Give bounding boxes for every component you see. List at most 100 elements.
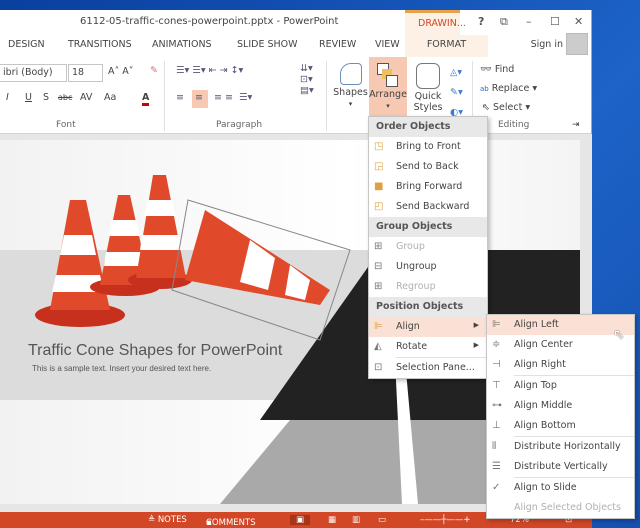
tab-design[interactable]: DESIGN — [8, 39, 45, 50]
send-backward-icon: ◰ — [374, 201, 384, 212]
mouse-cursor-icon: ⇖ — [613, 327, 625, 343]
align-item[interactable]: ⊫ Align ▶ — [369, 317, 487, 337]
strikethrough-button[interactable]: abc — [58, 93, 72, 102]
pin-ribbon-icon[interactable]: ⇥ — [572, 120, 580, 130]
slide-title[interactable]: Traffic Cone Shapes for PowerPoint — [28, 342, 282, 360]
shadow-button[interactable]: S — [43, 92, 49, 103]
tab-transitions[interactable]: TRANSITIONS — [68, 39, 132, 50]
distribute-horizontally-item[interactable]: ⫴ Distribute Horizontally — [487, 437, 634, 457]
minimize-button[interactable]: – — [526, 15, 532, 28]
font-name-dropdown[interactable]: ibri (Body) — [0, 64, 67, 82]
align-left-icon[interactable]: ≡ — [176, 92, 184, 103]
distribute-vertically-item[interactable]: ☰ Distribute Vertically — [487, 457, 634, 477]
reading-view-icon[interactable]: ▥ — [352, 515, 360, 525]
bring-forward-item[interactable]: ■ Bring Forward — [369, 177, 487, 197]
binoculars-icon: 👓 — [480, 64, 492, 75]
regroup-item: ⊞ Regroup — [374, 281, 436, 292]
rotate-item[interactable]: ◭ Rotate ▶ — [369, 337, 487, 357]
distribute-vertically-icon: ☰ — [492, 461, 501, 472]
quick-styles-button[interactable]: QuickStyles ▾ — [410, 61, 446, 124]
notes-button[interactable]: ≜ NOTES — [148, 515, 187, 525]
select-button[interactable]: ⇖ Select ▾ — [482, 102, 530, 113]
replace-button[interactable]: ab Replace ▾ — [480, 83, 537, 94]
bring-forward-icon: ■ — [374, 181, 384, 192]
find-button[interactable]: 👓 Find — [480, 64, 514, 75]
align-to-slide-item[interactable]: ✓ Align to Slide — [487, 478, 634, 498]
bring-to-front-item[interactable]: ◳ Bring to Front — [369, 137, 487, 157]
send-to-back-item[interactable]: ◲ Send to Back — [369, 157, 487, 177]
ungroup-item[interactable]: ⊟ Ungroup — [369, 257, 487, 277]
align-center-item[interactable]: ≑ Align Center — [487, 335, 634, 355]
tab-animations[interactable]: ANIMATIONS — [152, 39, 212, 50]
align-selected-objects-item: Align Selected Objects — [514, 502, 621, 513]
ungroup-icon: ⊟ — [374, 261, 383, 272]
ribbon-display-options-button[interactable]: ⧉ — [500, 15, 508, 29]
sign-in-link[interactable]: Sign in — [531, 39, 563, 50]
character-spacing-button[interactable]: AV — [80, 92, 92, 103]
maximize-button[interactable]: ☐ — [550, 15, 560, 28]
distribute-horizontally-icon: ⫴ — [492, 441, 497, 452]
slide-subtitle[interactable]: This is a sample text. Insert your desir… — [32, 364, 211, 373]
shapes-icon — [339, 63, 362, 85]
align-icon: ⊫ — [374, 321, 383, 332]
submenu-arrow-icon: ▶ — [473, 321, 479, 329]
ribbon-tabs: DESIGN TRANSITIONS ANIMATIONS SLIDE SHOW… — [0, 33, 591, 57]
arrange-button[interactable]: Arrange ▾ — [369, 57, 407, 123]
shape-fill-icon[interactable]: ◬▾ ✎▾ ◐▾ — [450, 63, 463, 123]
align-left-item[interactable]: ⊫ Align Left — [487, 315, 634, 335]
font-group-label: Font — [56, 120, 76, 130]
quick-styles-icon — [416, 63, 440, 89]
divider — [164, 61, 165, 131]
underline-button[interactable]: U — [25, 92, 32, 103]
align-center-icon[interactable]: ≡ — [192, 90, 208, 108]
bring-to-front-icon: ◳ — [374, 141, 384, 152]
paragraph-group-label: Paragraph — [216, 120, 263, 130]
align-right-icon: ⊣ — [492, 359, 501, 370]
drawing-tools-context-tab: DRAWIN... — [405, 10, 466, 35]
font-color-button[interactable]: A — [142, 92, 150, 106]
arrange-dropdown-menu: Order Objects ◳ Bring to Front ◲ Send to B… — [368, 116, 488, 379]
tab-slide-show[interactable]: SLIDE SHOW — [237, 39, 298, 50]
grow-font-icon[interactable]: A˄ A˅ — [108, 66, 134, 77]
send-to-back-icon: ◲ — [374, 161, 384, 172]
close-button[interactable]: ✕ — [574, 15, 583, 28]
group-objects-header: Group Objects — [369, 217, 487, 237]
shapes-button[interactable]: Shapes ▾ — [333, 61, 368, 121]
align-center-icon: ≑ — [492, 339, 501, 350]
align-top-item[interactable]: ⊤ Align Top — [487, 376, 634, 396]
avatar[interactable] — [566, 33, 588, 55]
text-direction-icon[interactable]: ⇊▾ ⊡▾ ▤▾ — [300, 63, 314, 96]
selection-pane-item[interactable]: ⊡ Selection Pane... — [369, 358, 487, 378]
align-left-icon: ⊫ — [492, 319, 501, 330]
italic-button[interactable]: I — [6, 92, 9, 103]
replace-icon: ab — [480, 85, 489, 93]
selection-pane-icon: ⊡ — [374, 362, 383, 373]
normal-view-icon[interactable]: ▣ — [290, 515, 311, 525]
font-size-dropdown[interactable]: 18 — [68, 64, 103, 82]
tab-view[interactable]: VIEW — [375, 39, 400, 50]
zoom-slider[interactable]: –——┼——+ — [420, 515, 471, 525]
slide-sorter-icon[interactable]: ▦ — [328, 515, 336, 525]
align-right-item[interactable]: ⊣ Align Right — [487, 355, 634, 375]
tab-format[interactable]: FORMAT — [405, 35, 488, 57]
submenu-arrow-icon: ▶ — [473, 341, 479, 349]
editing-group-label: Editing — [498, 120, 530, 130]
align-bottom-item[interactable]: ⊥ Align Bottom — [487, 416, 634, 436]
slideshow-icon[interactable]: ▭ — [378, 515, 386, 525]
ribbon: ibri (Body) 18 A˄ A˅ ✎ I U S abc AV Aa A… — [0, 57, 591, 134]
divider — [326, 61, 327, 131]
window-title: 6112-05-traffic-cones-powerpoint.pptx - … — [80, 16, 339, 27]
change-case-button[interactable]: Aa — [104, 92, 116, 103]
clear-formatting-icon[interactable]: ✎ — [150, 65, 158, 76]
tab-review[interactable]: REVIEW — [319, 39, 356, 50]
align-submenu: ⊫ Align Left ≑ Align Center ⊣ Align Right ⊤… — [486, 314, 635, 519]
align-middle-item[interactable]: ⊶ Align Middle — [487, 396, 634, 416]
bullets-icon[interactable]: ☰▾ ☰▾ ⇤ ⇥ ↕▾ — [176, 65, 243, 76]
group-item: ⊞ Group — [374, 241, 425, 252]
send-backward-item[interactable]: ◰ Send Backward — [369, 197, 487, 217]
checkmark-icon: ✓ — [492, 482, 501, 493]
align-right-icon[interactable]: ≡ ≡ ☰▾ — [214, 92, 252, 103]
help-button[interactable]: ? — [478, 15, 484, 28]
rotate-icon: ◭ — [374, 341, 382, 352]
align-middle-icon: ⊶ — [492, 400, 502, 411]
